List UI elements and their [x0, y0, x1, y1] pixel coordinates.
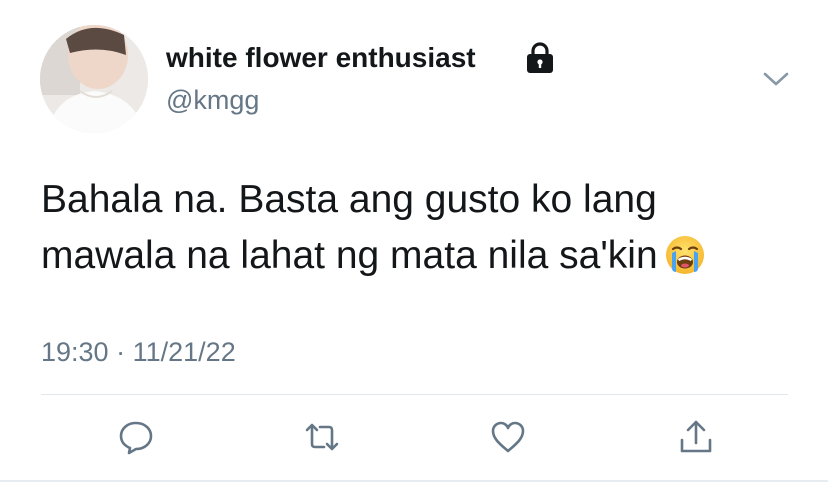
share-upload-icon — [680, 420, 712, 453]
divider — [41, 394, 788, 395]
heart-outline-icon — [491, 421, 525, 453]
tweet-text: Bahala na. Basta ang gusto ko lang mawal… — [41, 172, 811, 284]
reply-button[interactable] — [117, 418, 155, 456]
tweet-time: 19:30 — [41, 337, 109, 367]
user-handle[interactable]: @kmgg — [166, 83, 259, 117]
avatar[interactable] — [40, 25, 148, 133]
tweet-text-line-2-text: mawala na lahat ng mata nila sa'kin — [41, 234, 658, 277]
tweet-text-line-1: Bahala na. Basta ang gusto ko lang — [41, 178, 657, 221]
tweet-date: 11/21/22 — [132, 337, 236, 367]
speech-bubble-icon — [119, 421, 153, 455]
avatar-photo — [40, 25, 148, 133]
more-options-button[interactable] — [760, 66, 792, 92]
retweet-button[interactable] — [303, 418, 341, 456]
lock-icon — [527, 42, 553, 73]
tweet-text-line-2: mawala na lahat ng mata nila sa'kin — [41, 228, 811, 284]
loudly-crying-face-icon — [665, 236, 704, 274]
like-button[interactable] — [489, 418, 527, 456]
share-button[interactable] — [677, 418, 715, 456]
tweet-timestamp[interactable]: 19:30 · 11/21/22 — [41, 335, 236, 369]
display-name[interactable]: white flower enthusiast — [166, 40, 476, 76]
chevron-down-icon — [763, 72, 789, 86]
timestamp-separator: · — [116, 337, 126, 367]
retweet-arrows-icon — [305, 423, 339, 451]
